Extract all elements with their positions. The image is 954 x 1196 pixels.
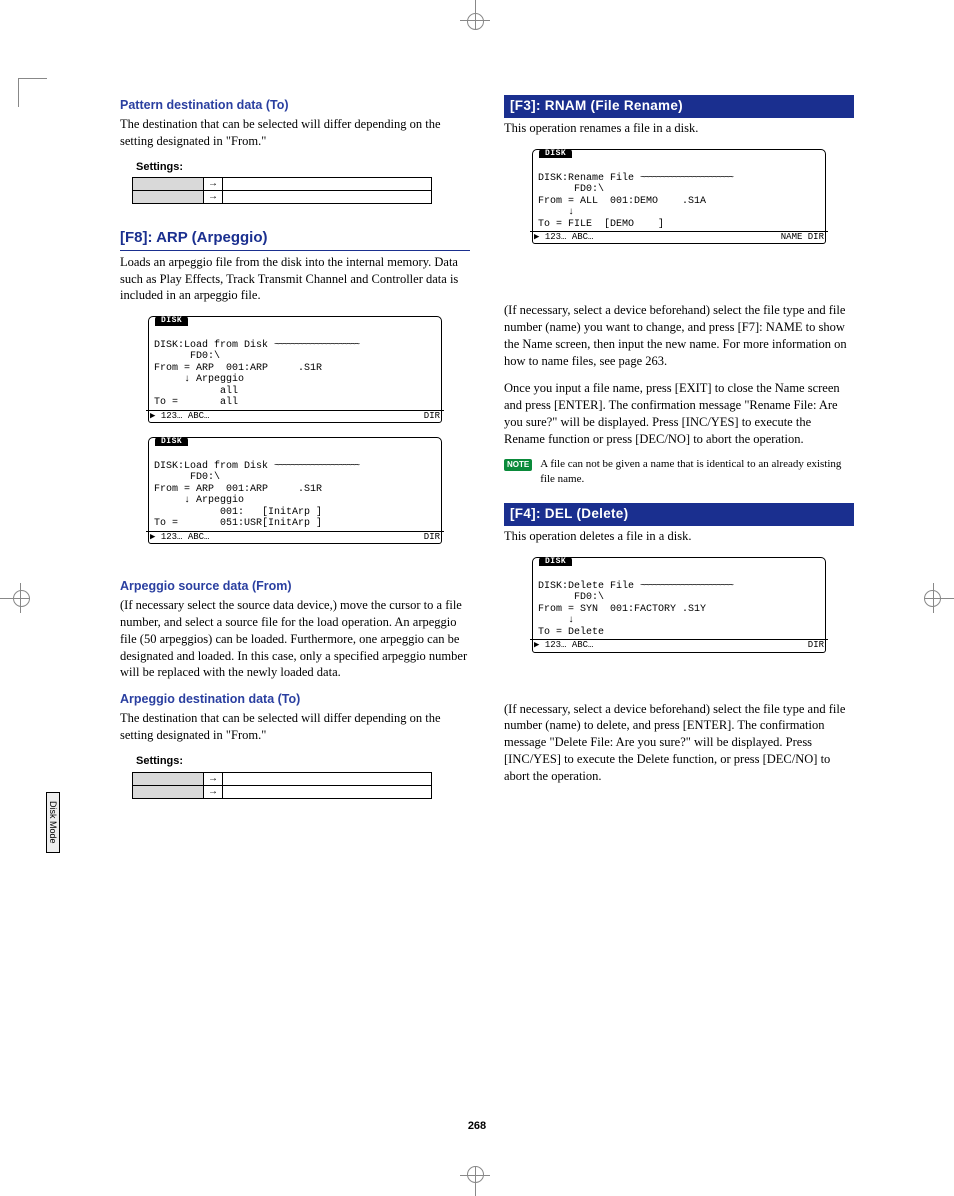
lcd-line: From = ARP 001:ARP .S1R bbox=[154, 484, 322, 495]
lcd-foot-left: 123… ABC… bbox=[150, 411, 209, 421]
lcd-foot-right: DIR bbox=[808, 640, 824, 650]
lcd-line: DISK:Delete File bbox=[538, 581, 634, 592]
page-number: 268 bbox=[0, 1120, 954, 1132]
settings-label-1: Settings: bbox=[136, 160, 470, 175]
lcd-foot-right: DIR bbox=[424, 532, 440, 542]
lcd-foot-right: DIR bbox=[424, 411, 440, 421]
pattern-to-body: The destination that can be selected wil… bbox=[120, 116, 470, 150]
lcd-foot-left: 123… ABC… bbox=[150, 532, 209, 542]
lcd-line: ↓ Arpeggio bbox=[154, 374, 244, 385]
lcd-line: To = FILE [DEMO ] bbox=[538, 219, 664, 230]
lcd-rename: DISK DISK:Rename File ~~~~~~~~~~~~~~~~~~… bbox=[532, 149, 826, 244]
f3-intro: This operation renames a file in a disk. bbox=[504, 120, 854, 137]
lcd-line: From = ARP 001:ARP .S1R bbox=[154, 363, 322, 374]
note-row: NOTE A file can not be given a name that… bbox=[504, 457, 854, 487]
lcd-line: ↓ Arpeggio bbox=[154, 495, 244, 506]
arp-from-heading: Arpeggio source data (From) bbox=[120, 578, 470, 595]
f8-title: [F8]: ARP (Arpeggio) bbox=[120, 228, 470, 250]
f4-body: (If necessary, select a device beforehan… bbox=[504, 701, 854, 785]
lcd-line: From = SYN 001:FACTORY .S1Y bbox=[538, 604, 706, 615]
note-icon: NOTE bbox=[504, 459, 532, 471]
lcd-line: To = 051:USR[InitArp ] bbox=[154, 518, 322, 529]
lcd-foot-left: 123… ABC… bbox=[534, 232, 593, 242]
lcd-foot-left: 123… ABC… bbox=[534, 640, 593, 650]
lcd-delete: DISK DISK:Delete File ~~~~~~~~~~~~~~~~~~… bbox=[532, 557, 826, 652]
settings-table-1: → → bbox=[132, 177, 432, 204]
lcd-line: FD0:\ bbox=[538, 184, 604, 195]
lcd-line: FD0:\ bbox=[154, 351, 220, 362]
lcd-tab: DISK bbox=[155, 437, 188, 446]
lcd-foot-right: NAME DIR bbox=[781, 232, 824, 242]
f4-intro: This operation deletes a file in a disk. bbox=[504, 528, 854, 545]
side-tab: Disk Mode bbox=[46, 792, 60, 853]
lcd-tab: DISK bbox=[539, 149, 572, 158]
lcd-line: To = Delete bbox=[538, 627, 604, 638]
settings-table-2: → → bbox=[132, 772, 432, 799]
note-text: A file can not be given a name that is i… bbox=[540, 457, 854, 487]
lcd-line: ↓ bbox=[538, 207, 574, 218]
two-column-layout: Pattern destination data (To) The destin… bbox=[120, 95, 866, 799]
settings-label-2: Settings: bbox=[136, 754, 470, 769]
lcd-tab: DISK bbox=[539, 557, 572, 566]
lcd-arp-1: DISK DISK:Load from Disk ~~~~~~~~~~~~~~~… bbox=[148, 316, 442, 423]
left-column: Pattern destination data (To) The destin… bbox=[120, 95, 470, 799]
f3-bar: [F3]: RNAM (File Rename) bbox=[504, 95, 854, 118]
crop-corner-tl bbox=[18, 78, 47, 107]
lcd-line: DISK:Load from Disk bbox=[154, 461, 268, 472]
lcd-line: FD0:\ bbox=[538, 592, 604, 603]
lcd-arp-2: DISK DISK:Load from Disk ~~~~~~~~~~~~~~~… bbox=[148, 437, 442, 544]
page: Disk Mode Pattern destination data (To) … bbox=[0, 0, 954, 1196]
lcd-line: To = all bbox=[154, 397, 238, 408]
lcd-tab: DISK bbox=[155, 316, 188, 325]
arp-to-heading: Arpeggio destination data (To) bbox=[120, 691, 470, 708]
lcd-line: all bbox=[154, 386, 238, 397]
arp-from-body: (If necessary select the source data dev… bbox=[120, 597, 470, 681]
lcd-line: ↓ bbox=[538, 615, 574, 626]
right-column: [F3]: RNAM (File Rename) This operation … bbox=[504, 95, 854, 799]
f4-bar: [F4]: DEL (Delete) bbox=[504, 503, 854, 526]
lcd-line: 001: [InitArp ] bbox=[154, 507, 322, 518]
lcd-line: DISK:Load from Disk bbox=[154, 340, 268, 351]
pattern-to-heading: Pattern destination data (To) bbox=[120, 97, 470, 114]
lcd-line: From = ALL 001:DEMO .S1A bbox=[538, 196, 706, 207]
f3-body-1: (If necessary, select a device beforehan… bbox=[504, 302, 854, 370]
arp-to-body: The destination that can be selected wil… bbox=[120, 710, 470, 744]
f8-body: Loads an arpeggio file from the disk int… bbox=[120, 254, 470, 305]
f3-body-2: Once you input a file name, press [EXIT]… bbox=[504, 380, 854, 448]
lcd-line: DISK:Rename File bbox=[538, 173, 634, 184]
lcd-line: FD0:\ bbox=[154, 472, 220, 483]
